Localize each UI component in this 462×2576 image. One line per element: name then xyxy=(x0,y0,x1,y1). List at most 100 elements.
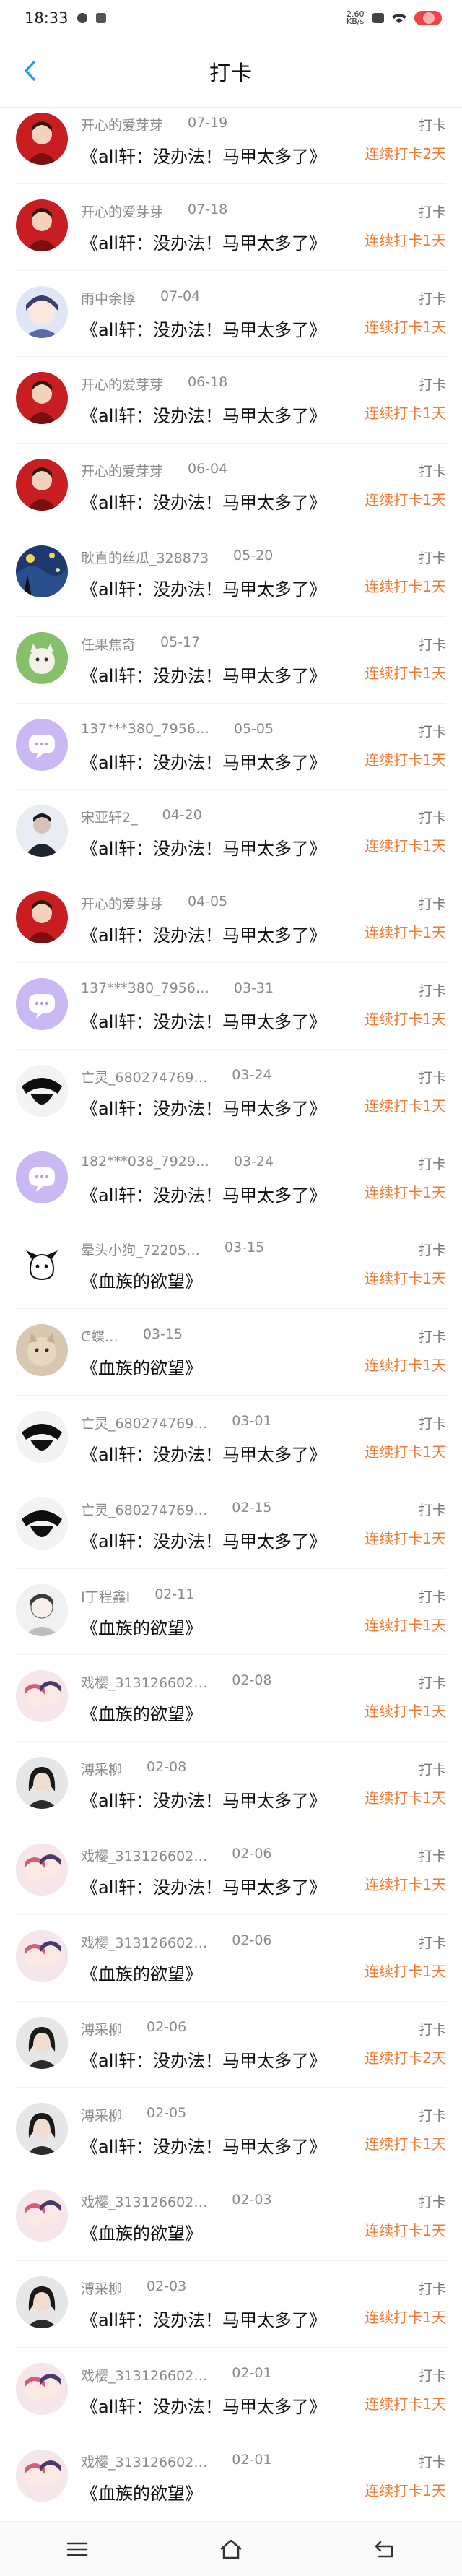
user-name[interactable]: 溥采柳 xyxy=(81,2105,122,2125)
user-name[interactable]: 开心的爱芽芽 xyxy=(81,115,163,134)
book-title[interactable]: 《all轩：没办法！马甲太多了》 xyxy=(81,748,326,774)
user-name[interactable]: I丁程鑫I xyxy=(81,1586,130,1606)
list-item[interactable]: 开心的爱芽芽 06-18 《all轩：没办法！马甲太多了》 打卡 连续打卡1天 xyxy=(0,357,462,444)
list-item[interactable]: 戏樱_313126602… 02-01 《血族的欲望》 打卡 连续打卡1天 xyxy=(0,2434,462,2521)
avatar[interactable] xyxy=(16,1843,68,1896)
user-name[interactable]: 开心的爱芽芽 xyxy=(81,461,163,480)
list-item[interactable]: 亡灵_680274769… 02-15 《all轩：没办法！马甲太多了》 打卡 连续打卡… xyxy=(0,1482,462,1569)
user-name[interactable]: 开心的爱芽芽 xyxy=(81,374,163,394)
list-item[interactable]: 开心的爱芽芽 04-05 《all轩：没办法！马甲太多了》 打卡 连续打卡1天 xyxy=(0,876,462,963)
book-title[interactable]: 《all轩：没办法！马甲太多了》 xyxy=(81,2306,326,2331)
book-title[interactable]: 《all轩：没办法！马甲太多了》 xyxy=(81,2393,326,2418)
avatar[interactable] xyxy=(16,1929,68,1982)
avatar[interactable] xyxy=(16,1237,68,1290)
user-name[interactable]: 戏樱_313126602… xyxy=(81,2452,207,2471)
user-name[interactable]: 耿直的丝瓜_328873 xyxy=(81,548,209,567)
avatar[interactable] xyxy=(16,1583,68,1636)
book-title[interactable]: 《all轩：没办法！马甲太多了》 xyxy=(81,662,326,687)
avatar[interactable] xyxy=(16,891,68,944)
list-item[interactable]: 开心的爱芽芽 07-19 《all轩：没办法！马甲太多了》 打卡 连续打卡2天 xyxy=(0,98,462,184)
book-title[interactable]: 《血族的欲望》 xyxy=(81,1960,202,1985)
list-item[interactable]: 182***038_7929… 03-24 《all轩：没办法！马甲太多了》 打卡 连续… xyxy=(0,1136,462,1223)
avatar[interactable] xyxy=(16,285,68,338)
book-title[interactable]: 《all轩：没办法！马甲太多了》 xyxy=(81,229,326,254)
avatar[interactable] xyxy=(16,1497,68,1550)
avatar[interactable] xyxy=(16,631,68,684)
list-item[interactable]: 戏樱_313126602… 02-06 《all轩：没办法！马甲太多了》 打卡 连续打卡… xyxy=(0,1828,462,1915)
avatar[interactable] xyxy=(16,2275,68,2328)
list-item[interactable]: 137***380_7956… 03-31 《all轩：没办法！马甲太多了》 打卡 连续… xyxy=(0,963,462,1050)
book-title[interactable]: 《all轩：没办法！马甲太多了》 xyxy=(81,2046,326,2072)
user-name[interactable]: 宋亚轩2_ xyxy=(81,807,138,826)
book-title[interactable]: 《血族的欲望》 xyxy=(81,2219,202,2244)
list-item[interactable]: I丁程鑫I 02-11 《血族的欲望》 打卡 连续打卡1天 xyxy=(0,1569,462,1656)
book-title[interactable]: 《血族的欲望》 xyxy=(81,1354,202,1379)
book-title[interactable]: 《all轩：没办法！马甲太多了》 xyxy=(81,488,326,514)
avatar[interactable] xyxy=(16,1324,68,1377)
list-item[interactable]: 溥采柳 02-06 《all轩：没办法！马甲太多了》 打卡 连续打卡2天 xyxy=(0,2002,462,2088)
back-button[interactable] xyxy=(16,56,45,85)
user-name[interactable]: 溥采柳 xyxy=(81,2278,122,2298)
list-item[interactable]: 亡灵_680274769… 03-01 《all轩：没办法！马甲太多了》 打卡 连续打卡… xyxy=(0,1396,462,1482)
book-title[interactable]: 《all轩：没办法！马甲太多了》 xyxy=(81,575,326,600)
list-item[interactable]: 137***380_7956… 05-05 《all轩：没办法！马甲太多了》 打卡 连续… xyxy=(0,704,462,790)
avatar[interactable] xyxy=(16,1410,68,1463)
avatar[interactable] xyxy=(16,459,68,511)
book-title[interactable]: 《all轩：没办法！马甲太多了》 xyxy=(81,2132,326,2158)
avatar[interactable] xyxy=(16,977,68,1030)
user-name[interactable]: 亡灵_680274769… xyxy=(81,1067,207,1086)
avatar[interactable] xyxy=(16,1670,68,1723)
book-title[interactable]: 《all轩：没办法！马甲太多了》 xyxy=(81,1786,326,1812)
back-system-button[interactable] xyxy=(363,2531,406,2567)
book-title[interactable]: 《all轩：没办法！马甲太多了》 xyxy=(81,1873,326,1898)
book-title[interactable]: 《all轩：没办法！马甲太多了》 xyxy=(81,316,326,341)
list-item[interactable]: 宋亚轩2_ 04-20 《all轩：没办法！马甲太多了》 打卡 连续打卡1天 xyxy=(0,790,462,876)
avatar[interactable] xyxy=(16,2362,68,2415)
avatar[interactable] xyxy=(16,113,68,165)
book-title[interactable]: 《血族的欲望》 xyxy=(81,1267,202,1292)
list-item[interactable]: 耿直的丝瓜_328873 05-20 《all轩：没办法！马甲太多了》 打卡 连续打卡1… xyxy=(0,530,462,617)
user-name[interactable]: 亡灵_680274769… xyxy=(81,1413,207,1432)
user-name[interactable]: 182***038_7929… xyxy=(81,1154,209,1170)
book-title[interactable]: 《all轩：没办法！马甲太多了》 xyxy=(81,142,326,168)
book-title[interactable]: 《血族的欲望》 xyxy=(81,2479,202,2504)
list-item[interactable]: 开心的爱芽芽 07-18 《all轩：没办法！马甲太多了》 打卡 连续打卡1天 xyxy=(0,184,462,271)
list-item[interactable]: 戏樱_313126602… 02-08 《血族的欲望》 打卡 连续打卡1天 xyxy=(0,1655,462,1742)
user-name[interactable]: 137***380_7956… xyxy=(81,980,209,996)
book-title[interactable]: 《all轩：没办法！马甲太多了》 xyxy=(81,921,326,946)
user-name[interactable]: 亡灵_680274769… xyxy=(81,1500,207,1519)
user-name[interactable]: 晕头小狗_72205… xyxy=(81,1240,200,1259)
user-name[interactable]: 任果焦奇 xyxy=(81,634,136,654)
user-name[interactable]: 雨中余悸 xyxy=(81,288,136,308)
book-title[interactable]: 《血族的欲望》 xyxy=(81,1614,202,1639)
list-item[interactable]: 任果焦奇 05-17 《all轩：没办法！马甲太多了》 打卡 连续打卡1天 xyxy=(0,617,462,704)
user-name[interactable]: ᕦ蝶… xyxy=(81,1326,118,1346)
book-title[interactable]: 《all轩：没办法！马甲太多了》 xyxy=(81,834,326,860)
book-title[interactable]: 《all轩：没办法！马甲太多了》 xyxy=(81,1008,326,1033)
avatar[interactable] xyxy=(16,2449,68,2502)
user-name[interactable]: 溥采柳 xyxy=(81,1759,122,1778)
avatar[interactable] xyxy=(16,2190,68,2242)
avatar[interactable] xyxy=(16,718,68,771)
avatar[interactable] xyxy=(16,1064,68,1117)
list-item[interactable]: 溥采柳 02-05 《all轩：没办法！马甲太多了》 打卡 连续打卡1天 xyxy=(0,2088,462,2174)
avatar[interactable] xyxy=(16,545,68,597)
avatar[interactable] xyxy=(16,199,68,251)
list-item[interactable]: ᕦ蝶… 03-15 《血族的欲望》 打卡 连续打卡1天 xyxy=(0,1309,462,1396)
list-item[interactable]: 晕头小狗_72205… 03-15 《血族的欲望》 打卡 连续打卡1天 xyxy=(0,1222,462,1309)
book-title[interactable]: 《all轩：没办法！马甲太多了》 xyxy=(81,1527,326,1552)
list-item[interactable]: 雨中余悸 07-04 《all轩：没办法！马甲太多了》 打卡 连续打卡1天 xyxy=(0,271,462,358)
list-item[interactable]: 戏樱_313126602… 02-03 《血族的欲望》 打卡 连续打卡1天 xyxy=(0,2174,462,2261)
user-name[interactable]: 戏樱_313126602… xyxy=(81,2192,207,2211)
book-title[interactable]: 《all轩：没办法！马甲太多了》 xyxy=(81,1094,326,1120)
list-item[interactable]: 开心的爱芽芽 06-04 《all轩：没办法！马甲太多了》 打卡 连续打卡1天 xyxy=(0,444,462,530)
book-title[interactable]: 《all轩：没办法！马甲太多了》 xyxy=(81,402,326,427)
avatar[interactable] xyxy=(16,805,68,857)
avatar[interactable] xyxy=(16,2103,68,2156)
list-item[interactable]: 溥采柳 02-08 《all轩：没办法！马甲太多了》 打卡 连续打卡1天 xyxy=(0,1742,462,1828)
book-title[interactable]: 《all轩：没办法！马甲太多了》 xyxy=(81,1181,326,1206)
user-name[interactable]: 戏樱_313126602… xyxy=(81,1672,207,1692)
user-name[interactable]: 开心的爱芽芽 xyxy=(81,202,163,221)
menu-button[interactable] xyxy=(56,2531,99,2567)
avatar[interactable] xyxy=(16,372,68,425)
